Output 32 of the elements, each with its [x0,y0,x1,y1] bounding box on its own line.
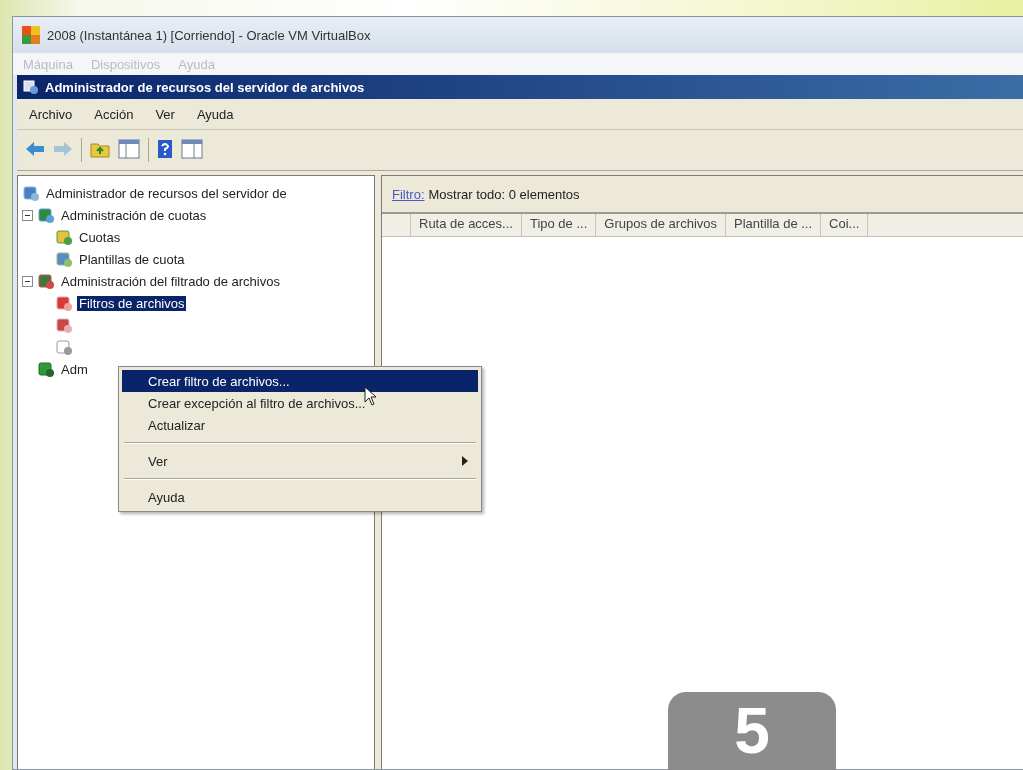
tree-item[interactable]: Plantillas de cuota [77,251,187,267]
column-header[interactable]: Ruta de acces... [411,214,522,236]
tree-item[interactable]: Adm [59,361,90,377]
collapse-toggle[interactable] [22,275,33,287]
menu-item[interactable]: Ayuda [122,486,478,508]
menu-item[interactable]: Acción [94,106,134,122]
filter-link[interactable]: Filtro: [392,186,425,202]
step-badge: 5 [668,692,836,770]
virtualbox-logo-icon [21,25,41,45]
collapse-toggle[interactable] [22,209,33,221]
filter-status: Mostrar todo: 0 elementos [428,186,580,202]
tree-item[interactable]: Administración del filtrado de archivos [59,273,282,289]
window-title: 2008 (Instantánea 1) [Corriendo] - Oracle VM VirtualBox [47,27,371,43]
column-header[interactable]: Coi... [821,214,869,236]
submenu-arrow-icon [462,456,468,466]
menu-item[interactable]: Ver [155,106,175,122]
menu-item[interactable]: Actualizar [122,414,478,436]
tree-item[interactable]: Administrador de recursos del servidor de [44,185,289,201]
menu-item[interactable]: Ayuda [196,106,234,122]
mouse-cursor-icon [364,386,378,406]
console-title: Administrador de recursos del servidor de archivos [45,79,365,95]
tree-item[interactable]: Administración de cuotas [59,207,209,223]
column-header[interactable]: Grupos de archivos [596,214,726,236]
submenu-item[interactable]: Ver [122,450,478,472]
column-header[interactable]: Plantilla de ... [726,214,822,236]
menu-item[interactable]: Crear filtro de archivos... [122,370,478,392]
menu-item[interactable]: Archivo [29,106,73,122]
menu-item[interactable]: Crear excepción al filtro de archivos... [122,392,478,414]
console-icon [23,79,39,95]
tree-item[interactable]: Filtros de archivos [77,295,187,311]
tree-item[interactable]: Cuotas [77,229,123,245]
column-header[interactable]: Tipo de ... [521,214,597,236]
